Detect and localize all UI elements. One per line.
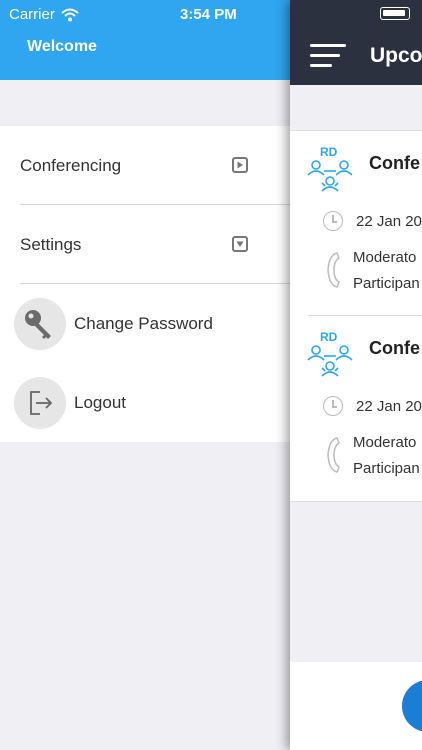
- dropdown-box-icon: [232, 236, 248, 252]
- play-box-icon: [232, 157, 248, 173]
- menu-item-settings[interactable]: Settings: [0, 205, 290, 284]
- participants-group-icon: RD: [307, 145, 353, 192]
- conference-date: 22 Jan 20: [356, 398, 422, 415]
- menu-item-label: Conferencing: [20, 156, 122, 175]
- hamburger-menu-icon[interactable]: [310, 44, 346, 68]
- conference-title: Confe: [369, 153, 420, 173]
- main-header: Upco: [290, 0, 422, 85]
- logout-icon: [14, 377, 66, 429]
- participant-line: Participan: [353, 275, 420, 292]
- moderator-line: Moderato: [353, 434, 417, 451]
- conference-date: 22 Jan 20: [356, 213, 422, 230]
- battery-icon: [380, 7, 410, 20]
- drawer-title: Welcome: [27, 38, 97, 55]
- main-panel: Upco RD Confe 22 Jan 20 Moderato Partici…: [290, 0, 422, 750]
- participant-line: Participan: [353, 460, 420, 477]
- menu-item-label: Logout: [74, 393, 126, 412]
- status-time: 3:54 PM: [180, 6, 237, 23]
- clock-icon: [323, 396, 343, 416]
- menu-item-label: Settings: [20, 235, 82, 254]
- side-drawer: Carrier 3:54 PM Welcome Conferencing Set…: [0, 0, 290, 750]
- key-icon: [14, 298, 66, 350]
- moderator-line: Moderato: [353, 249, 417, 266]
- conference-card[interactable]: RD Confe 22 Jan 20 Moderato Participan: [290, 316, 422, 500]
- phone-icon: [327, 252, 340, 288]
- menu-item-label: Change Password: [74, 314, 213, 333]
- wifi-icon: [61, 8, 79, 21]
- drawer-menu: Conferencing Settings Change Password Lo…: [0, 126, 290, 442]
- menu-item-conferencing[interactable]: Conferencing: [0, 126, 290, 205]
- drawer-header: Carrier 3:54 PM Welcome: [0, 0, 290, 80]
- menu-item-logout[interactable]: Logout: [0, 363, 290, 442]
- status-carrier: Carrier: [9, 6, 79, 23]
- conference-list: RD Confe 22 Jan 20 Moderato Participan R…: [290, 130, 422, 502]
- menu-item-change-password[interactable]: Change Password: [0, 284, 290, 363]
- conference-card[interactable]: RD Confe 22 Jan 20 Moderato Participan: [290, 131, 422, 315]
- phone-icon: [327, 437, 340, 473]
- carrier-label: Carrier: [9, 6, 55, 23]
- rd-badge: RD: [320, 145, 338, 159]
- conference-title: Confe: [369, 338, 420, 358]
- clock-icon: [323, 211, 343, 231]
- page-title: Upco: [370, 44, 422, 67]
- participants-group-icon: RD: [307, 330, 353, 377]
- rd-badge: RD: [320, 330, 338, 344]
